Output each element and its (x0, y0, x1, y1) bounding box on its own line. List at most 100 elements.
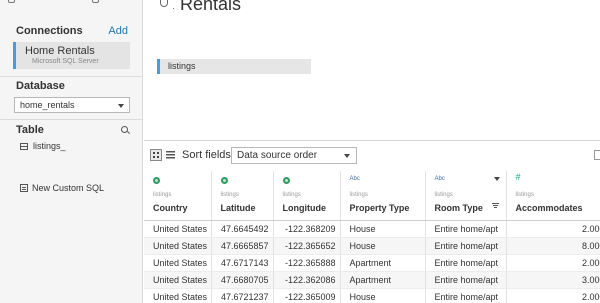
table-cell[interactable]: -122.365009 (273, 288, 341, 303)
top-toolbar-icons (8, 0, 99, 4)
database-selected-value: home_rentals (20, 100, 75, 110)
table-cell[interactable]: 47.6717143 (211, 254, 274, 272)
save-icon[interactable] (92, 0, 99, 3)
table-cell[interactable]: House (340, 237, 426, 255)
grid-view-icon[interactable] (150, 149, 162, 161)
column-name: Property Type (349, 203, 410, 213)
datasource-icon (160, 0, 168, 7)
column-name: Accommodates (515, 203, 583, 213)
list-view-icon[interactable] (166, 151, 175, 159)
join-canvas: · Rentals listings (144, 0, 600, 140)
database-select[interactable]: home_rentals (14, 97, 130, 113)
connections-title: Connections (16, 25, 83, 37)
table-cell[interactable]: -122.362086 (273, 271, 341, 289)
custom-sql-label: New Custom SQL (32, 183, 105, 193)
table-cell[interactable]: -122.368209 (273, 220, 341, 238)
table-cell[interactable]: Apartment (340, 254, 426, 272)
column-source-label: listings (220, 192, 239, 198)
column-name: Room Type (434, 203, 483, 213)
grid-header-row: listings Country listings Latitude listings L… (144, 171, 600, 221)
table-row: United States 47.6717143 -122.365888 Apartm… (144, 254, 600, 272)
globe-icon[interactable] (282, 177, 290, 184)
table-cell[interactable]: 2.0000 (506, 254, 600, 272)
table-row: United States 47.6680705 -122.362086 Apartm… (144, 271, 600, 289)
table-cell[interactable]: United States (144, 220, 212, 238)
table-title: Table (16, 124, 44, 136)
column-header[interactable]: Abc listings Room Type (425, 171, 507, 221)
table-cell[interactable]: 47.6680705 (211, 271, 274, 289)
column-name: Country (153, 203, 188, 213)
globe-icon[interactable] (153, 177, 160, 184)
table-cell[interactable]: House (340, 220, 426, 238)
table-row: United States 47.6721237 -122.365009 House E… (144, 288, 600, 303)
show-aliases-checkbox[interactable] (594, 150, 600, 160)
string-type-icon[interactable]: Abc (435, 175, 445, 183)
table-cell[interactable]: United States (144, 237, 212, 255)
table-grid-icon (20, 143, 28, 150)
table-row: United States 47.6645492 -122.368209 House E… (144, 220, 600, 238)
left-pane: Connections Add Home Rentals Microsoft S… (0, 0, 143, 303)
table-row: United States 47.6665857 -122.365652 House E… (144, 237, 600, 255)
sort-selected-value: Data source order (237, 150, 318, 161)
new-custom-sql-item[interactable]: New Custom SQL (20, 183, 104, 193)
column-header[interactable]: Abc listings Property Type (340, 171, 426, 221)
table-item-label: listings_ (33, 141, 66, 151)
custom-sql-icon (20, 184, 28, 192)
table-cell[interactable]: 3.0000 (506, 271, 600, 289)
column-header[interactable]: listings Country (144, 171, 212, 221)
table-cell[interactable]: 47.6721237 (211, 288, 274, 303)
column-menu-chevron-icon[interactable] (493, 177, 500, 181)
connection-type: Microsoft SQL Server (32, 58, 99, 65)
divider (0, 119, 143, 120)
table-cell[interactable]: 2.0000 (506, 288, 600, 303)
table-cell[interactable]: United States (144, 271, 212, 289)
chevron-down-icon (344, 154, 350, 158)
database-title: Database (16, 80, 65, 92)
table-cell[interactable]: -122.365652 (273, 237, 341, 255)
column-name: Longitude (282, 203, 327, 213)
chevron-down-icon (118, 104, 124, 108)
table-cell[interactable]: Entire home/apt (425, 288, 507, 303)
add-connection-link[interactable]: Add (108, 25, 128, 37)
table-cell[interactable]: 2.0000 (506, 220, 600, 238)
table-cell[interactable]: House (340, 288, 426, 303)
connection-name: Home Rentals (25, 45, 95, 57)
divider (0, 76, 143, 77)
datasource-title[interactable]: Rentals (180, 0, 241, 15)
search-icon[interactable] (121, 126, 128, 133)
sort-fields-label: Sort fields (182, 149, 231, 161)
table-cell[interactable]: Entire home/apt (425, 271, 507, 289)
grid-toolbar: Sort fields Data source order (144, 141, 600, 171)
table-cell[interactable]: 47.6665857 (211, 237, 274, 255)
column-header[interactable]: listings Longitude (273, 171, 341, 221)
column-source-label: listings (434, 192, 453, 198)
number-type-icon[interactable]: # (516, 173, 521, 182)
table-item-listings[interactable]: listings_ (20, 141, 66, 151)
column-source-label: listings (153, 192, 172, 198)
datasource-separator: · (172, 3, 175, 13)
string-type-icon[interactable]: Abc (350, 175, 360, 183)
column-source-label: listings (282, 192, 301, 198)
table-cell[interactable]: United States (144, 254, 212, 272)
data-grid: listings Country listings Latitude listings L… (144, 171, 600, 303)
column-source-label: listings (515, 192, 534, 198)
column-source-label: listings (349, 192, 368, 198)
table-cell[interactable]: Apartment (340, 271, 426, 289)
table-cell[interactable]: United States (144, 288, 212, 303)
table-cell[interactable]: Entire home/apt (425, 237, 507, 255)
globe-icon[interactable] (220, 177, 228, 184)
canvas-table-listings[interactable]: listings (157, 59, 311, 74)
column-header[interactable]: # listings Accommodates (506, 171, 600, 221)
table-cell[interactable]: 47.6645492 (211, 220, 274, 238)
table-cell[interactable]: -122.365888 (273, 254, 341, 272)
table-cell[interactable]: Entire home/apt (425, 220, 507, 238)
table-cell[interactable]: Entire home/apt (425, 254, 507, 272)
data-grid-area: Sort fields Data source order listings Co… (144, 140, 600, 303)
connection-item[interactable]: Home Rentals Microsoft SQL Server (13, 42, 130, 69)
table-cell[interactable]: 8.0000 (506, 237, 600, 255)
grid-body: United States 47.6645492 -122.368209 House E… (144, 220, 600, 303)
sort-fields-select[interactable]: Data source order (231, 147, 357, 164)
sort-icon[interactable] (491, 203, 499, 209)
column-header[interactable]: listings Latitude (211, 171, 274, 221)
back-icon[interactable] (8, 0, 15, 3)
